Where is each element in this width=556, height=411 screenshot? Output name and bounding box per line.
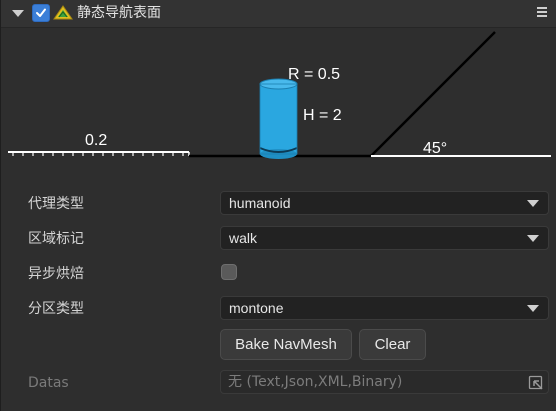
static-navmesh-panel: 静态导航表面 0.2 R = 0.5 H = 2 45° 代理类型 humano… (0, 0, 556, 411)
datas-row: Datas 无 (Text,Json,XML,Binary) (1, 370, 556, 396)
partition-label: 分区类型 (28, 301, 84, 317)
async-bake-label: 异步烘焙 (28, 266, 84, 282)
area-label: 区域标记 (28, 231, 84, 247)
agent-radius-label: R = 0.5 (288, 66, 340, 83)
chevron-down-icon (527, 235, 539, 242)
agent-settings-diagram: 0.2 R = 0.5 H = 2 45° (8, 31, 551, 159)
checkmark-icon (36, 8, 46, 17)
async-bake-row: 异步烘焙 (1, 261, 556, 287)
area-select[interactable]: walk (220, 226, 549, 250)
chevron-down-icon (527, 200, 539, 207)
datas-label: Datas (28, 375, 69, 391)
agent-cylinder (259, 78, 298, 159)
component-header: 静态导航表面 (1, 0, 556, 28)
agent-height-label: H = 2 (303, 107, 342, 124)
component-enable-checkbox[interactable] (32, 4, 50, 22)
slope-line (370, 31, 496, 157)
max-slope-label: 45° (423, 140, 447, 157)
object-picker-icon[interactable] (528, 375, 544, 391)
partition-select[interactable]: montone (220, 296, 549, 320)
datas-asset-field[interactable]: 无 (Text,Json,XML,Binary) (220, 370, 549, 394)
area-row: 区域标记 walk (1, 226, 556, 252)
partition-value: montone (229, 300, 284, 316)
async-bake-checkbox[interactable] (221, 264, 237, 280)
agent-type-select[interactable]: humanoid (220, 191, 549, 215)
agent-type-row: 代理类型 humanoid (1, 191, 556, 217)
step-height-label: 0.2 (85, 132, 107, 149)
chevron-down-icon[interactable] (12, 10, 24, 17)
navmesh-icon (53, 5, 73, 20)
chevron-down-icon (527, 305, 539, 312)
actions-row: Bake NavMesh Clear (1, 329, 556, 361)
area-value: walk (229, 230, 258, 246)
hamburger-menu-icon[interactable] (537, 7, 547, 19)
partition-row: 分区类型 montone (1, 296, 556, 322)
bake-navmesh-button[interactable]: Bake NavMesh (220, 329, 352, 360)
component-title: 静态导航表面 (77, 5, 161, 21)
datas-placeholder: 无 (Text,Json,XML,Binary) (228, 374, 403, 390)
clear-button[interactable]: Clear (359, 329, 426, 360)
agent-type-value: humanoid (229, 195, 291, 211)
agent-type-label: 代理类型 (28, 196, 84, 212)
